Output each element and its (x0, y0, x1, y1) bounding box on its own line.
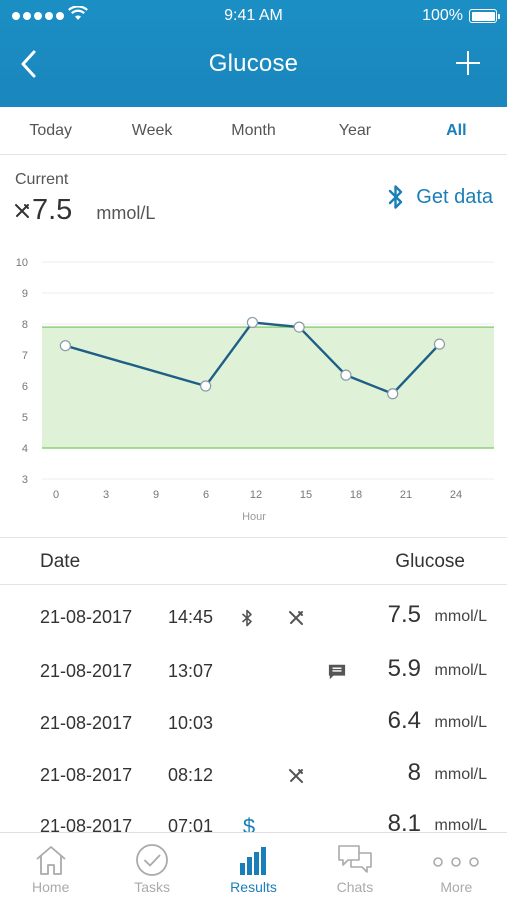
bluetooth-icon (238, 609, 256, 627)
column-header-glucose: Glucose (395, 551, 465, 572)
row-date: 21-08-2017 (40, 661, 133, 681)
x-tick-label: 3 (103, 489, 109, 501)
get-data-button[interactable]: Get data (388, 184, 493, 210)
current-value: 7.5 (32, 194, 73, 226)
row-date: 21-08-2017 (40, 713, 133, 733)
check-circle-icon (136, 844, 169, 876)
fork-knife-icon (14, 203, 30, 224)
y-tick-label: 7 (22, 350, 28, 362)
table-header: Date Glucose (0, 538, 507, 585)
table-row[interactable]: 21-08-2017 13:07 5.9 mmol/L (0, 645, 507, 697)
page-title: Glucose (208, 50, 299, 77)
tabbar-home[interactable]: Home (0, 833, 101, 900)
row-value: 5.9 (387, 655, 421, 682)
y-tick-label: 3 (22, 474, 28, 486)
y-tick-label: 5 (22, 412, 28, 424)
x-tick-label: 18 (350, 489, 362, 501)
comment-icon (328, 663, 346, 681)
row-value: 7.5 (387, 601, 421, 628)
current-label: Current (15, 171, 69, 188)
x-tick-label: 21 (400, 489, 412, 501)
bluetooth-icon (389, 185, 403, 209)
status-bar: 9:41 AM 100% (0, 0, 507, 32)
tabbar-label: More (440, 879, 473, 895)
y-tick-label: 8 (22, 319, 28, 331)
row-unit: mmol/L (434, 766, 487, 783)
x-tick-label: 12 (250, 489, 262, 501)
battery-percent: 100% (422, 7, 463, 24)
table-row[interactable]: 21-08-2017 08:12 8 mmol/L (0, 749, 507, 801)
tabbar-label: Home (32, 879, 70, 895)
tabbar-chats[interactable]: Chats (304, 833, 405, 900)
row-date: 21-08-2017 (40, 765, 133, 785)
x-axis-label: Hour (242, 511, 266, 523)
table-row[interactable]: 21-08-2017 10:03 6.4 mmol/L (0, 697, 507, 749)
x-tick-label: 6 (203, 489, 209, 501)
chat-bubbles-icon (338, 845, 372, 873)
x-tick-label: 24 (450, 489, 462, 501)
data-point (59, 340, 71, 352)
tabbar-tasks[interactable]: Tasks (101, 833, 202, 900)
row-time: 08:12 (168, 765, 214, 785)
row-time: 13:07 (168, 661, 214, 681)
tabbar-label: Chats (336, 879, 374, 895)
tab-week[interactable]: Week (101, 107, 202, 154)
row-value: 6.4 (387, 707, 421, 734)
glucose-chart: 10 9 8 7 6 5 4 3 0 3 9 6 12 15 18 21 24 Hour (16, 257, 494, 523)
period-tabs: Today Week Month Year All (0, 107, 507, 155)
tab-year[interactable]: Year (304, 107, 405, 154)
tabbar-label: Tasks (134, 879, 170, 895)
data-point (433, 338, 446, 350)
bottom-tab-bar: Home Tasks Results Chats More (0, 832, 507, 900)
row-time: 10:03 (168, 713, 214, 733)
more-dots-icon (433, 857, 480, 867)
target-range-band (42, 327, 494, 448)
tab-today[interactable]: Today (0, 107, 101, 154)
fork-knife-icon (287, 767, 305, 785)
tab-month[interactable]: Month (203, 107, 304, 154)
tabbar-results[interactable]: Results (203, 833, 304, 900)
y-tick-label: 10 (16, 257, 28, 269)
get-data-label: Get data (416, 185, 493, 208)
row-unit: mmol/L (434, 608, 487, 625)
y-tick-label: 6 (22, 381, 28, 393)
x-tick-label: 9 (153, 489, 159, 501)
x-tick-label: 15 (300, 489, 312, 501)
row-value: 8 (407, 759, 421, 786)
data-point (246, 316, 259, 329)
x-tick-label: 0 (53, 489, 59, 501)
data-point (293, 321, 305, 333)
data-point (340, 369, 352, 381)
fork-knife-icon (287, 609, 305, 627)
app-header: 9:41 AM 100% Glucose (0, 0, 507, 107)
tabbar-label: Results (230, 879, 277, 895)
column-header-date: Date (40, 551, 81, 572)
row-unit: mmol/L (434, 662, 487, 679)
table-row[interactable]: 21-08-2017 14:45 7.5 mmol/L (0, 591, 507, 643)
current-reading: 7.5 mmol/L (14, 194, 155, 227)
y-tick-label: 4 (22, 443, 28, 455)
row-unit: mmol/L (434, 714, 487, 731)
y-tick-label: 9 (22, 288, 28, 300)
tabbar-more[interactable]: More (406, 833, 507, 900)
home-icon (36, 846, 66, 875)
current-unit: mmol/L (96, 203, 156, 223)
tab-all[interactable]: All (406, 107, 507, 154)
add-button[interactable] (455, 50, 483, 78)
bar-chart-icon (239, 847, 266, 875)
battery-icon (469, 9, 500, 23)
data-point (200, 380, 212, 392)
row-time: 14:45 (168, 607, 214, 627)
row-date: 21-08-2017 (40, 607, 133, 627)
data-point (387, 388, 399, 400)
